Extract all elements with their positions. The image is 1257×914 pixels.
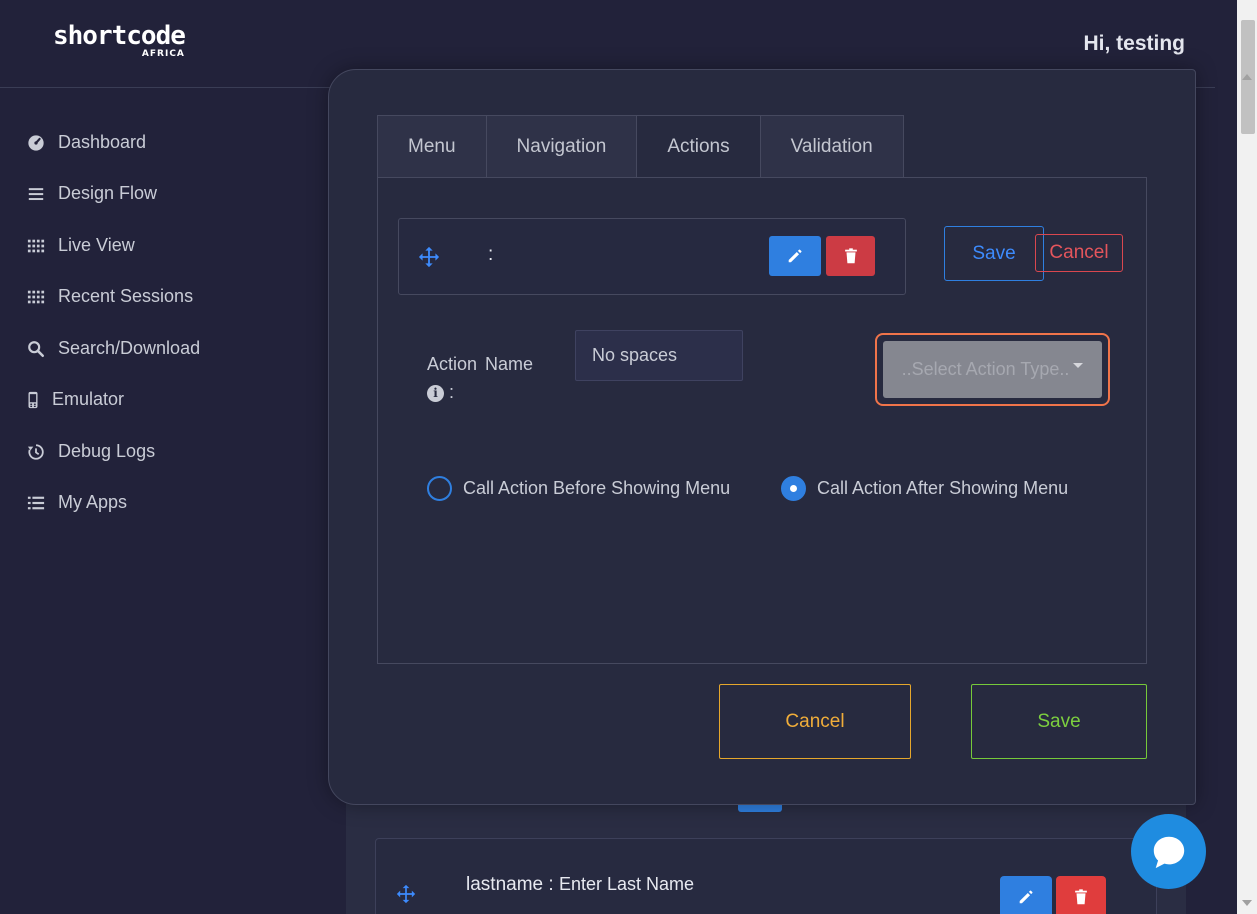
sidebar-item-label: My Apps bbox=[58, 492, 128, 512]
save-action-button[interactable]: Save bbox=[944, 226, 1044, 281]
shortcode-logo[interactable]: shortcode AFRICA bbox=[53, 21, 186, 59]
edit-action-button[interactable] bbox=[769, 236, 821, 276]
action-item-text: : bbox=[488, 244, 494, 265]
sidebar-item-emulator[interactable]: Emulator bbox=[26, 389, 124, 410]
chat-widget-button[interactable] bbox=[1131, 814, 1206, 889]
action-type-select[interactable]: ..Select Action Type.. bbox=[883, 341, 1102, 398]
list-icon bbox=[26, 493, 46, 513]
logo-text: shortcode bbox=[53, 21, 186, 51]
trash-icon bbox=[1075, 889, 1087, 905]
action-label-word2: Name bbox=[485, 354, 534, 374]
move-arrows-icon[interactable] bbox=[396, 884, 416, 909]
grid-dots-icon bbox=[26, 236, 46, 256]
tab-navigation[interactable]: Navigation bbox=[485, 115, 638, 178]
sidebar-item-recent-sessions[interactable]: Recent Sessions bbox=[26, 286, 193, 307]
background-delete-button[interactable] bbox=[1056, 876, 1106, 914]
cancel-action-button[interactable]: Cancel bbox=[1035, 234, 1123, 272]
action-type-select-focus: ..Select Action Type.. bbox=[875, 333, 1110, 406]
history-icon bbox=[26, 442, 46, 462]
sidebar-item-label: Search/Download bbox=[58, 338, 201, 358]
action-name-label: Action Name i : bbox=[427, 350, 533, 406]
page-scrollbar[interactable] bbox=[1237, 0, 1257, 914]
modal-tabs: Menu Navigation Actions Validation bbox=[377, 115, 904, 178]
radio-button-checked[interactable] bbox=[781, 476, 806, 501]
bars-icon bbox=[26, 184, 46, 204]
delete-action-button[interactable] bbox=[826, 236, 875, 276]
radio-button[interactable] bbox=[427, 476, 452, 501]
sidebar-item-dashboard[interactable]: Dashboard bbox=[26, 132, 146, 153]
action-type-placeholder: ..Select Action Type.. bbox=[901, 359, 1070, 379]
sidebar-item-debug-logs[interactable]: Debug Logs bbox=[26, 441, 155, 462]
action-label-word1: Action bbox=[427, 354, 478, 374]
background-item-value: Enter Last Name bbox=[558, 874, 695, 894]
radio-before-showing-menu[interactable]: Call Action Before Showing Menu bbox=[427, 476, 730, 501]
radio-after-showing-menu[interactable]: Call Action After Showing Menu bbox=[781, 476, 1068, 501]
sidebar-item-label: Emulator bbox=[52, 389, 125, 409]
action-name-input[interactable] bbox=[575, 330, 743, 381]
user-greeting[interactable]: Hi, testing bbox=[1083, 32, 1185, 56]
sidebar-item-label: Recent Sessions bbox=[58, 286, 194, 306]
trash-icon bbox=[844, 248, 857, 264]
action-label-suffix: : bbox=[449, 382, 455, 402]
chat-bubble-icon bbox=[1153, 836, 1184, 868]
sidebar-item-search-download[interactable]: Search/Download bbox=[26, 338, 200, 359]
scroll-up-arrow-icon[interactable] bbox=[1242, 74, 1252, 80]
search-icon bbox=[26, 339, 46, 359]
sidebar-item-live-view[interactable]: Live View bbox=[26, 235, 135, 256]
radio-label: Call Action After Showing Menu bbox=[817, 478, 1069, 498]
info-icon[interactable]: i bbox=[427, 384, 444, 402]
sidebar-item-label: Live View bbox=[58, 235, 135, 255]
radio-label: Call Action Before Showing Menu bbox=[463, 478, 731, 498]
scroll-down-arrow-icon[interactable] bbox=[1242, 900, 1252, 906]
cancel-modal-button[interactable]: Cancel bbox=[719, 684, 911, 759]
tab-actions[interactable]: Actions bbox=[636, 115, 761, 178]
pencil-icon bbox=[788, 249, 802, 263]
mobile-phone-icon bbox=[26, 390, 40, 410]
sidebar-item-design-flow[interactable]: Design Flow bbox=[26, 183, 157, 204]
background-item-separator: : bbox=[543, 874, 559, 895]
tab-validation[interactable]: Validation bbox=[759, 115, 904, 178]
background-edit-button[interactable] bbox=[1000, 876, 1052, 914]
grid-dots-icon bbox=[26, 287, 46, 307]
background-item-key: lastname bbox=[466, 874, 544, 895]
background-item-label: lastname : Enter Last Name bbox=[466, 874, 694, 896]
sidebar-item-label: Dashboard bbox=[58, 132, 147, 152]
tab-menu[interactable]: Menu bbox=[377, 115, 487, 178]
move-arrows-icon[interactable] bbox=[418, 246, 440, 273]
sidebar-item-label: Debug Logs bbox=[58, 441, 156, 461]
caret-down-icon bbox=[1073, 363, 1084, 368]
pencil-icon bbox=[1019, 890, 1033, 904]
sidebar: Dashboard Design Flow Live View Recent S… bbox=[0, 88, 330, 914]
dashboard-gauge-icon bbox=[26, 133, 46, 153]
sidebar-item-label: Design Flow bbox=[58, 183, 158, 203]
save-modal-button[interactable]: Save bbox=[971, 684, 1147, 759]
sidebar-item-my-apps[interactable]: My Apps bbox=[26, 492, 127, 513]
